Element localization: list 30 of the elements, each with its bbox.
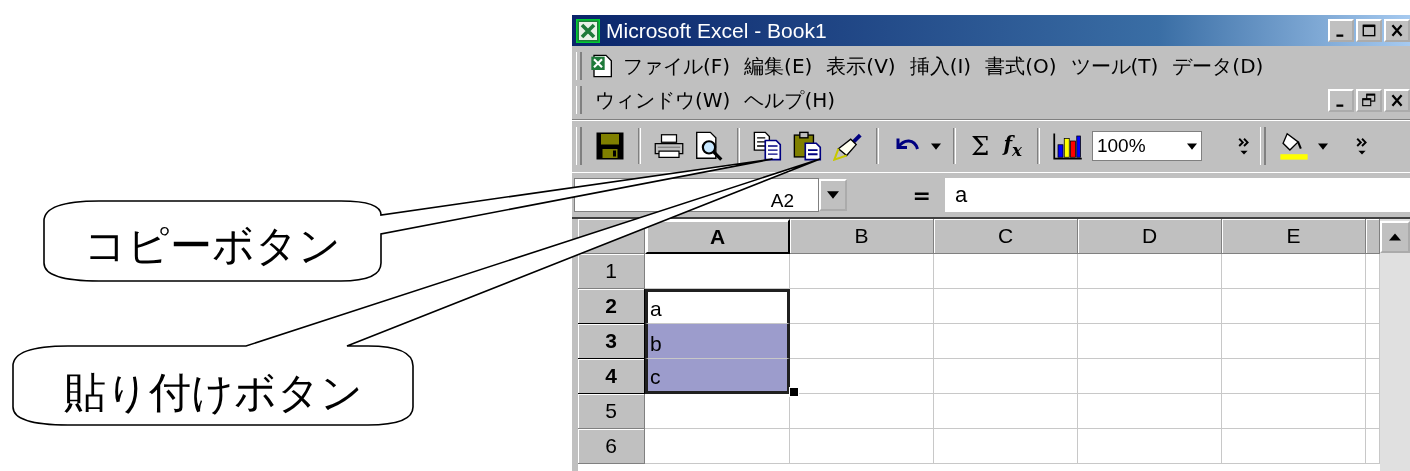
row-header[interactable]: 6 xyxy=(578,429,645,464)
row-header[interactable]: 1 xyxy=(578,254,645,289)
menu-item[interactable]: 表示(V) xyxy=(821,52,905,80)
formula-field[interactable]: a xyxy=(945,178,1410,212)
function-button[interactable]: f$_{x}$ xyxy=(1003,132,1022,160)
row-header[interactable]: 3 xyxy=(578,324,645,359)
menu-item[interactable]: ウィンドウ(W) xyxy=(590,86,740,114)
equals-label: = xyxy=(911,182,932,208)
sum-button[interactable]: Σ xyxy=(971,131,990,161)
row-header[interactable]: 5 xyxy=(578,394,645,429)
menu-item[interactable]: ヘルプ(H) xyxy=(739,86,845,114)
column-header[interactable]: E xyxy=(1222,219,1366,254)
zoom-dropdown[interactable]: 100% xyxy=(1091,131,1202,161)
window-title: Microsoft Excel - Book1 xyxy=(606,18,827,43)
menu-item[interactable]: 書式(O) xyxy=(980,52,1066,80)
row-header[interactable]: 4 xyxy=(578,359,645,394)
table-cell[interactable]: b xyxy=(645,324,790,359)
menu-item[interactable]: 編集(E) xyxy=(739,52,822,80)
column-header[interactable]: C xyxy=(934,219,1078,254)
column-header[interactable]: B xyxy=(790,219,934,254)
menu-item[interactable]: 挿入(I) xyxy=(904,52,981,80)
callout-label: 貼り付けボタン xyxy=(63,368,363,417)
row-header[interactable]: 2 xyxy=(578,289,645,324)
column-header[interactable]: D xyxy=(1078,219,1222,254)
menu-item[interactable]: ツール(T) xyxy=(1065,52,1168,80)
column-header[interactable]: A xyxy=(645,219,790,254)
menu-item[interactable]: ファイル(F) xyxy=(618,52,740,80)
callout-label: コピーボタン xyxy=(84,221,341,270)
table-cell[interactable]: c xyxy=(645,359,790,394)
menu-item[interactable]: データ(D) xyxy=(1167,52,1273,80)
